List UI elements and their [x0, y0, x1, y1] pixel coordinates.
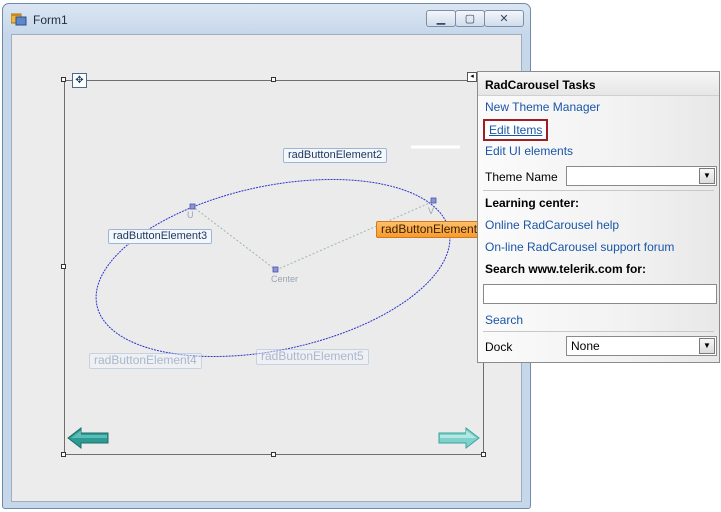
- dock-value: None: [571, 339, 600, 353]
- edit-items-link[interactable]: Edit Items: [483, 119, 549, 141]
- tasks-header: RadCarousel Tasks: [478, 72, 719, 96]
- carousel-item-5[interactable]: radButtonElement5: [256, 349, 369, 365]
- separator: [483, 190, 714, 191]
- center-point-marker: [272, 266, 279, 273]
- v-label: V: [428, 206, 435, 216]
- online-help-link[interactable]: Online RadCarousel help: [485, 218, 619, 232]
- right-arrow-icon[interactable]: [438, 427, 480, 449]
- center-label: Center: [271, 274, 299, 284]
- left-arrow-icon[interactable]: [67, 427, 109, 449]
- carousel-tasks-panel: RadCarousel Tasks New Theme Manager Edit…: [477, 71, 720, 363]
- dock-label: Dock: [485, 340, 513, 354]
- u-label: U: [187, 210, 194, 220]
- support-forum-link[interactable]: On-line RadCarousel support forum: [485, 240, 674, 254]
- v-point-marker: [430, 197, 437, 204]
- theme-name-label: Theme Name: [485, 170, 558, 184]
- new-theme-manager-link[interactable]: New Theme Manager: [485, 100, 600, 114]
- chevron-down-icon[interactable]: ▼: [699, 168, 715, 184]
- learning-center-label: Learning center:: [485, 196, 580, 210]
- edit-ui-elements-link[interactable]: Edit UI elements: [485, 144, 573, 158]
- search-input[interactable]: [483, 284, 717, 304]
- carousel-item-1[interactable]: radButtonElement1: [376, 221, 489, 238]
- carousel-item-4[interactable]: radButtonElement4: [89, 353, 202, 369]
- search-link[interactable]: Search: [485, 313, 523, 327]
- separator: [483, 331, 714, 332]
- dock-combo[interactable]: None ▼: [566, 336, 717, 356]
- carousel-item-2[interactable]: radButtonElement2: [283, 148, 388, 163]
- search-label: Search www.telerik.com for:: [485, 262, 646, 276]
- theme-name-combo[interactable]: ▼: [566, 166, 717, 186]
- u-point-marker: [189, 203, 196, 210]
- chevron-down-icon[interactable]: ▼: [699, 338, 715, 354]
- carousel-item-3[interactable]: radButtonElement3: [108, 229, 213, 244]
